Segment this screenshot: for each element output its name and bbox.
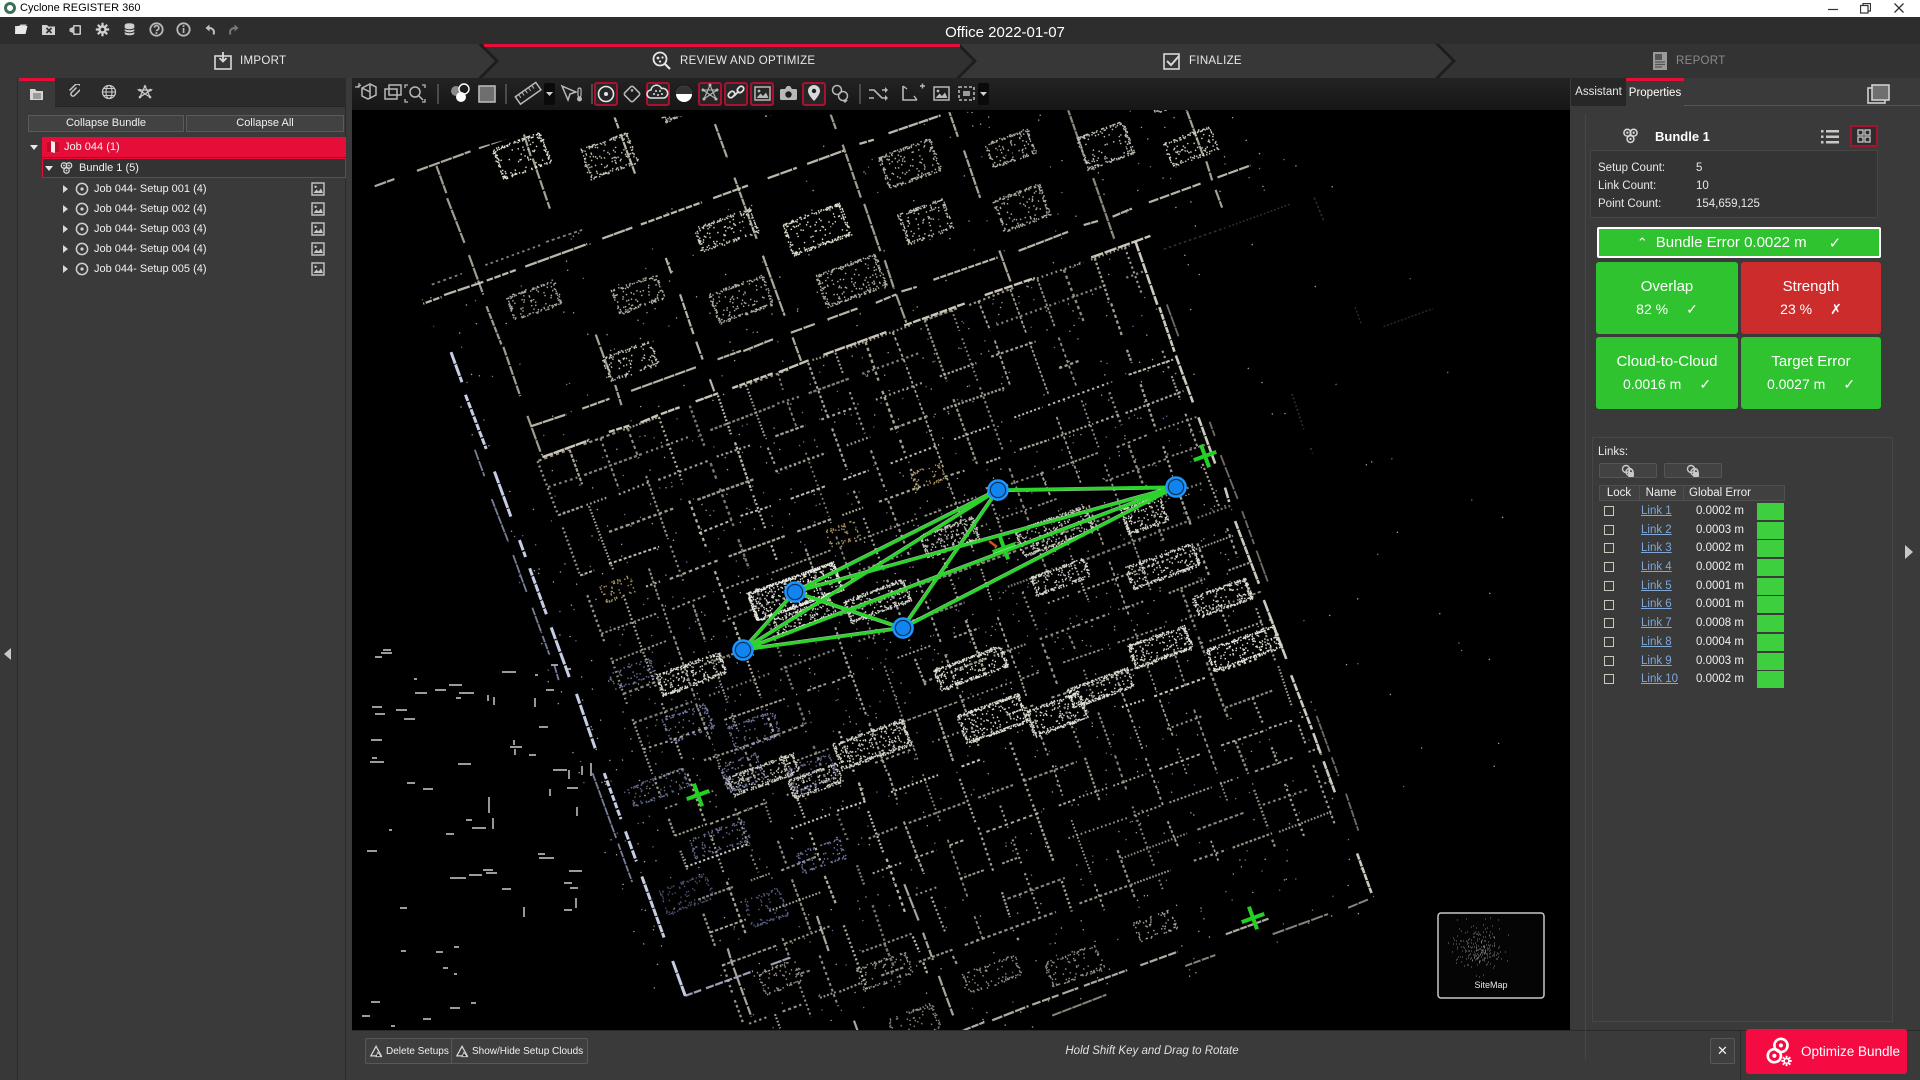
svg-text:SiteMap: SiteMap — [1474, 980, 1507, 990]
